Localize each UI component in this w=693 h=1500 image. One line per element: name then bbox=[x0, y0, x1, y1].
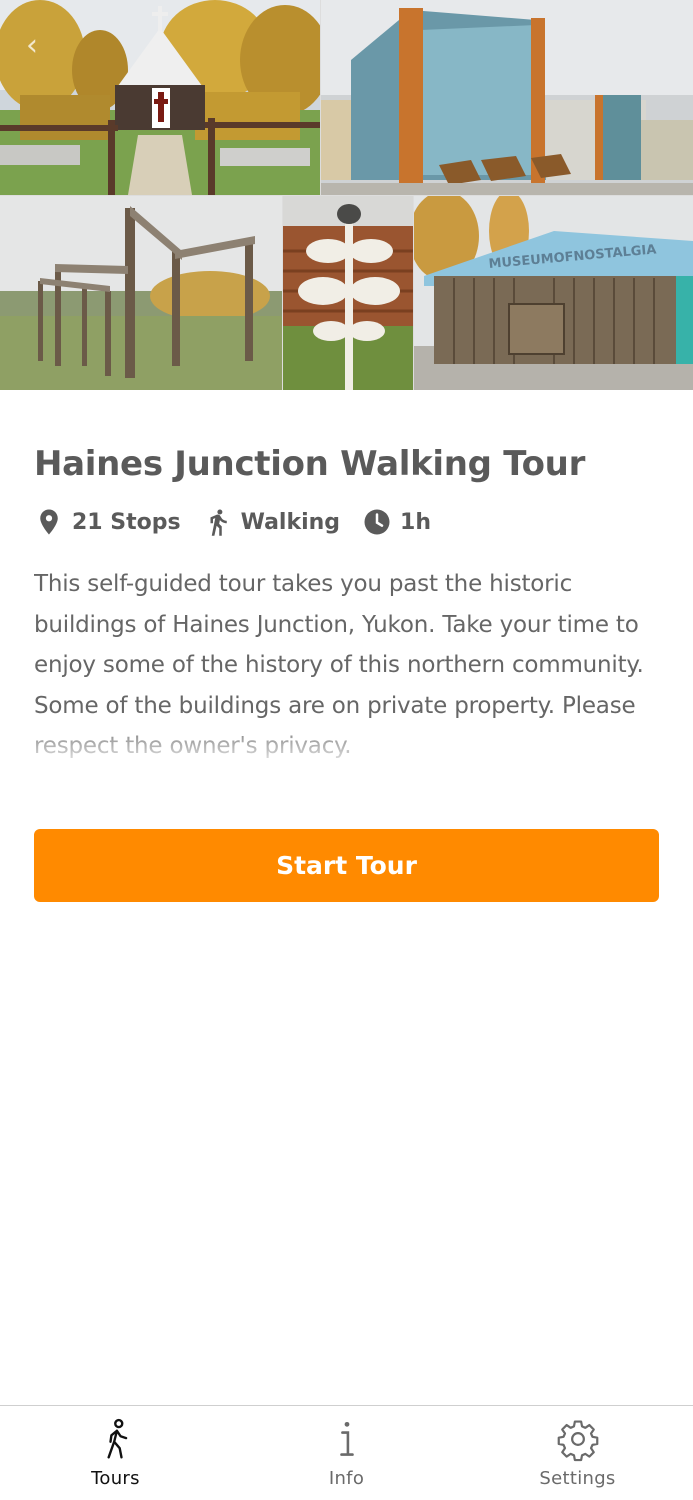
tour-duration: 1h bbox=[400, 509, 432, 535]
tour-mode: Walking bbox=[240, 509, 341, 535]
church-photo bbox=[0, 0, 320, 195]
tour-description-container[interactable]: This self-guided tour takes you past the… bbox=[34, 564, 660, 764]
tour-photo-collage: MUSEUMOFNOSTALGIA ‹ bbox=[0, 0, 693, 390]
location-pin-icon bbox=[40, 509, 58, 535]
museum-of-nostalgia-photo: MUSEUMOFNOSTALGIA bbox=[414, 196, 693, 390]
walking-person-icon bbox=[210, 509, 227, 536]
stops-info: 21 Stops bbox=[34, 506, 181, 538]
nav-label-info: Info bbox=[328, 1468, 365, 1489]
duration-info: 1h bbox=[362, 506, 431, 538]
nav-tab-settings[interactable]: Settings bbox=[462, 1406, 693, 1500]
walking-person-icon bbox=[106, 1418, 127, 1459]
visitor-centre-photo bbox=[321, 0, 693, 195]
tour-description: This self-guided tour takes you past the… bbox=[34, 571, 644, 759]
info-icon bbox=[339, 1421, 354, 1456]
nav-label-settings: Settings bbox=[539, 1468, 616, 1489]
stops-count: 21 Stops bbox=[72, 509, 181, 535]
gear-icon bbox=[557, 1420, 598, 1462]
nav-label-tours: Tours bbox=[91, 1468, 140, 1489]
wood-frame-sculpture-photo bbox=[0, 196, 282, 390]
start-tour-button[interactable]: Start Tour bbox=[34, 829, 659, 902]
mode-info: Walking bbox=[203, 506, 340, 538]
antler-sculpture-photo bbox=[283, 196, 413, 390]
clock-icon bbox=[364, 509, 390, 535]
nav-tab-tours[interactable]: Tours bbox=[0, 1406, 231, 1500]
nav-tab-info[interactable]: Info bbox=[231, 1406, 462, 1500]
tour-details: Haines Junction Walking Tour 21 Stops Wa… bbox=[34, 390, 660, 764]
tour-meta-row: 21 Stops Walking 1h bbox=[34, 504, 660, 540]
bottom-navigation: Tours Info Settings bbox=[0, 1405, 693, 1500]
tour-title: Haines Junction Walking Tour bbox=[34, 444, 586, 484]
back-chevron-icon[interactable]: ‹ bbox=[26, 31, 46, 61]
